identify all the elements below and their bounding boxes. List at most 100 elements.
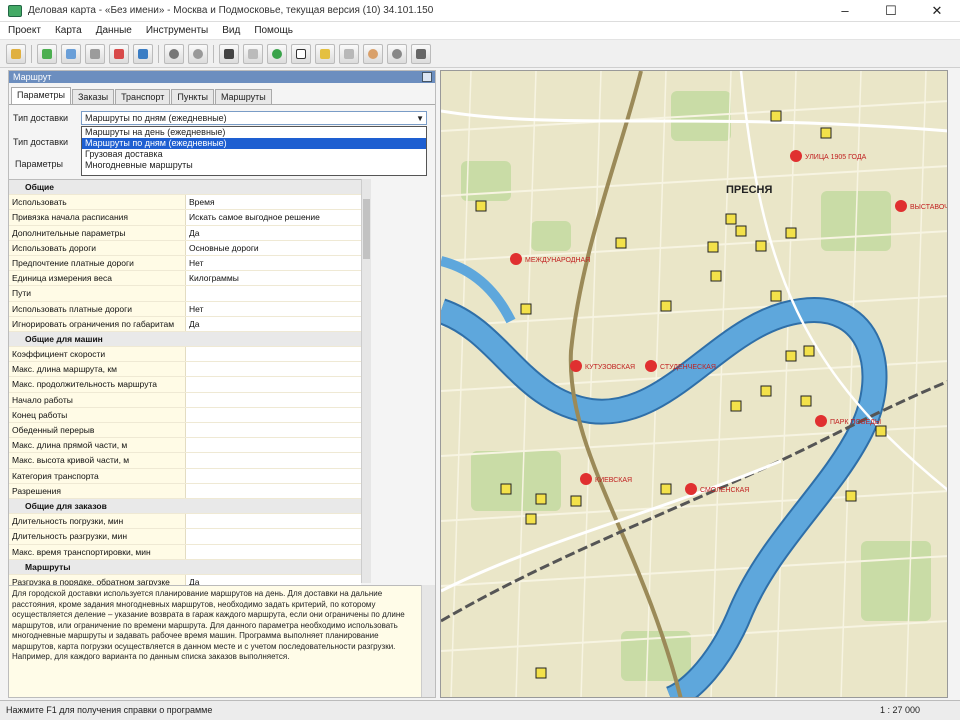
property-value[interactable] <box>185 514 361 529</box>
tab-points[interactable]: Пункты <box>171 89 214 104</box>
map-canvas[interactable]: ПРЕСНЯ УЛИЦА 1905 ГОДА ВЫСТАВОЧНАЯ МЕЖДУНА… <box>441 71 948 698</box>
delivery-point-marker[interactable] <box>525 513 537 525</box>
dropdown-option[interactable]: Многодневные маршруты <box>82 160 426 171</box>
property-value[interactable]: Основные дороги <box>185 240 361 255</box>
delivery-point-marker[interactable] <box>660 483 672 495</box>
delivery-point-marker[interactable] <box>615 237 627 249</box>
property-group-row[interactable]: Общие <box>9 180 361 196</box>
menu-tools[interactable]: Инструменты <box>146 25 208 36</box>
panel-close-icon[interactable] <box>422 72 432 82</box>
property-row[interactable]: Коэффициент скорости <box>9 347 361 363</box>
delivery-point-marker[interactable] <box>710 270 722 282</box>
property-value[interactable] <box>185 392 361 407</box>
zoom-in-icon[interactable] <box>164 43 184 64</box>
property-value[interactable] <box>185 453 361 468</box>
property-row[interactable]: Использовать дороги Основные дороги <box>9 240 361 256</box>
print-icon[interactable] <box>411 43 431 64</box>
delivery-point-marker[interactable] <box>785 227 797 239</box>
delivery-point-marker[interactable] <box>875 425 887 437</box>
property-value[interactable]: Да <box>185 316 361 331</box>
menu-view[interactable]: Вид <box>222 25 240 36</box>
delivery-point-marker[interactable] <box>735 225 747 237</box>
property-value[interactable] <box>185 377 361 392</box>
property-group-row[interactable]: Общие для машин <box>9 331 361 348</box>
menu-help[interactable]: Помощь <box>254 25 293 36</box>
property-row[interactable]: Использовать Время <box>9 195 361 211</box>
table-icon[interactable] <box>339 43 359 64</box>
delivery-point-marker[interactable] <box>770 110 782 122</box>
property-row[interactable]: Использовать платные дороги Нет <box>9 301 361 317</box>
menu-data[interactable]: Данные <box>96 25 132 36</box>
property-value[interactable] <box>185 438 361 453</box>
select-icon[interactable] <box>219 43 239 64</box>
property-row[interactable]: Макс. длина маршрута, км <box>9 362 361 378</box>
delivery-point-marker[interactable] <box>730 400 742 412</box>
tab-routes[interactable]: Маршруты <box>214 89 272 104</box>
menu-project[interactable]: Проект <box>8 25 41 36</box>
property-value[interactable] <box>185 407 361 422</box>
property-value[interactable] <box>185 423 361 438</box>
property-row[interactable]: Дополнительные параметры Да <box>9 225 361 241</box>
map-icon[interactable] <box>37 43 57 64</box>
property-row[interactable]: Игнорировать ограничения по габаритам Да <box>9 316 361 332</box>
property-value[interactable] <box>185 483 361 498</box>
property-row[interactable]: Макс. время транспортировки, мин <box>9 544 361 560</box>
route-icon[interactable] <box>109 43 129 64</box>
dropdown-option[interactable]: Маршруты на день (ежедневные) <box>82 127 426 138</box>
property-value[interactable]: Время <box>185 195 361 210</box>
grid-scrollbar[interactable] <box>361 179 371 583</box>
menu-map[interactable]: Карта <box>55 25 82 36</box>
property-value[interactable]: Нет <box>185 301 361 316</box>
maximize-button[interactable]: ☐ <box>868 0 914 22</box>
minimize-button[interactable]: – <box>822 0 868 22</box>
map-view[interactable]: ПРЕСНЯ УЛИЦА 1905 ГОДА ВЫСТАВОЧНАЯ МЕЖДУНА… <box>440 70 948 698</box>
delivery-point-marker[interactable] <box>803 345 815 357</box>
delivery-point-marker[interactable] <box>707 241 719 253</box>
description-scrollbar[interactable] <box>421 585 435 697</box>
delivery-point-marker[interactable] <box>660 300 672 312</box>
property-value[interactable] <box>185 347 361 362</box>
property-row[interactable]: Макс. длина прямой части, м <box>9 438 361 454</box>
delivery-point-marker[interactable] <box>535 493 547 505</box>
delivery-point-marker[interactable] <box>770 290 782 302</box>
delivery-point-marker[interactable] <box>785 350 797 362</box>
property-row[interactable]: Макс. высота кривой части, м <box>9 453 361 469</box>
scrollbar-thumb[interactable] <box>363 199 370 259</box>
tab-parameters[interactable]: Параметры <box>11 87 71 104</box>
open-icon[interactable] <box>6 43 26 64</box>
property-row[interactable]: Обеденный перерыв <box>9 423 361 439</box>
property-row[interactable]: Разрешения <box>9 483 361 499</box>
property-value[interactable] <box>185 468 361 483</box>
property-value[interactable] <box>185 286 361 301</box>
property-group-row[interactable]: Маршруты <box>9 559 361 575</box>
property-value[interactable] <box>185 544 361 559</box>
settings-icon[interactable] <box>387 43 407 64</box>
property-row[interactable]: Категория транспорта <box>9 468 361 484</box>
property-row[interactable]: Пути <box>9 286 361 302</box>
property-row[interactable]: Начало работы <box>9 392 361 408</box>
property-row[interactable]: Макс. продолжительность маршрута <box>9 377 361 393</box>
property-row[interactable]: Длительность разгрузки, мин <box>9 529 361 545</box>
delivery-point-marker[interactable] <box>500 483 512 495</box>
delivery-point-marker[interactable] <box>535 667 547 679</box>
delivery-point-marker[interactable] <box>760 385 772 397</box>
globe-icon[interactable] <box>267 43 287 64</box>
property-row[interactable]: Единица измерения веса Килограммы <box>9 271 361 287</box>
delivery-point-marker[interactable] <box>475 200 487 212</box>
property-value[interactable]: Да <box>185 225 361 240</box>
tab-transport[interactable]: Транспорт <box>115 89 171 104</box>
delivery-point-marker[interactable] <box>800 395 812 407</box>
route-type-select[interactable]: Маршруты по дням (ежедневные) ▼ <box>81 111 427 125</box>
delivery-point-marker[interactable] <box>520 303 532 315</box>
chevron-down-icon[interactable]: ▼ <box>416 113 424 125</box>
property-row[interactable]: Конец работы <box>9 407 361 423</box>
property-value[interactable] <box>185 529 361 544</box>
delivery-point-marker[interactable] <box>755 240 767 252</box>
property-value[interactable]: Нет <box>185 255 361 271</box>
property-group-row[interactable]: Общие для заказов <box>9 498 361 515</box>
property-row[interactable]: Привязка начала расписания Искать самое в… <box>9 210 361 226</box>
tab-orders[interactable]: Заказы <box>71 89 115 104</box>
hand-icon[interactable] <box>363 43 383 64</box>
layers-icon[interactable] <box>61 43 81 64</box>
dropdown-option[interactable]: Грузовая доставка <box>82 149 426 160</box>
